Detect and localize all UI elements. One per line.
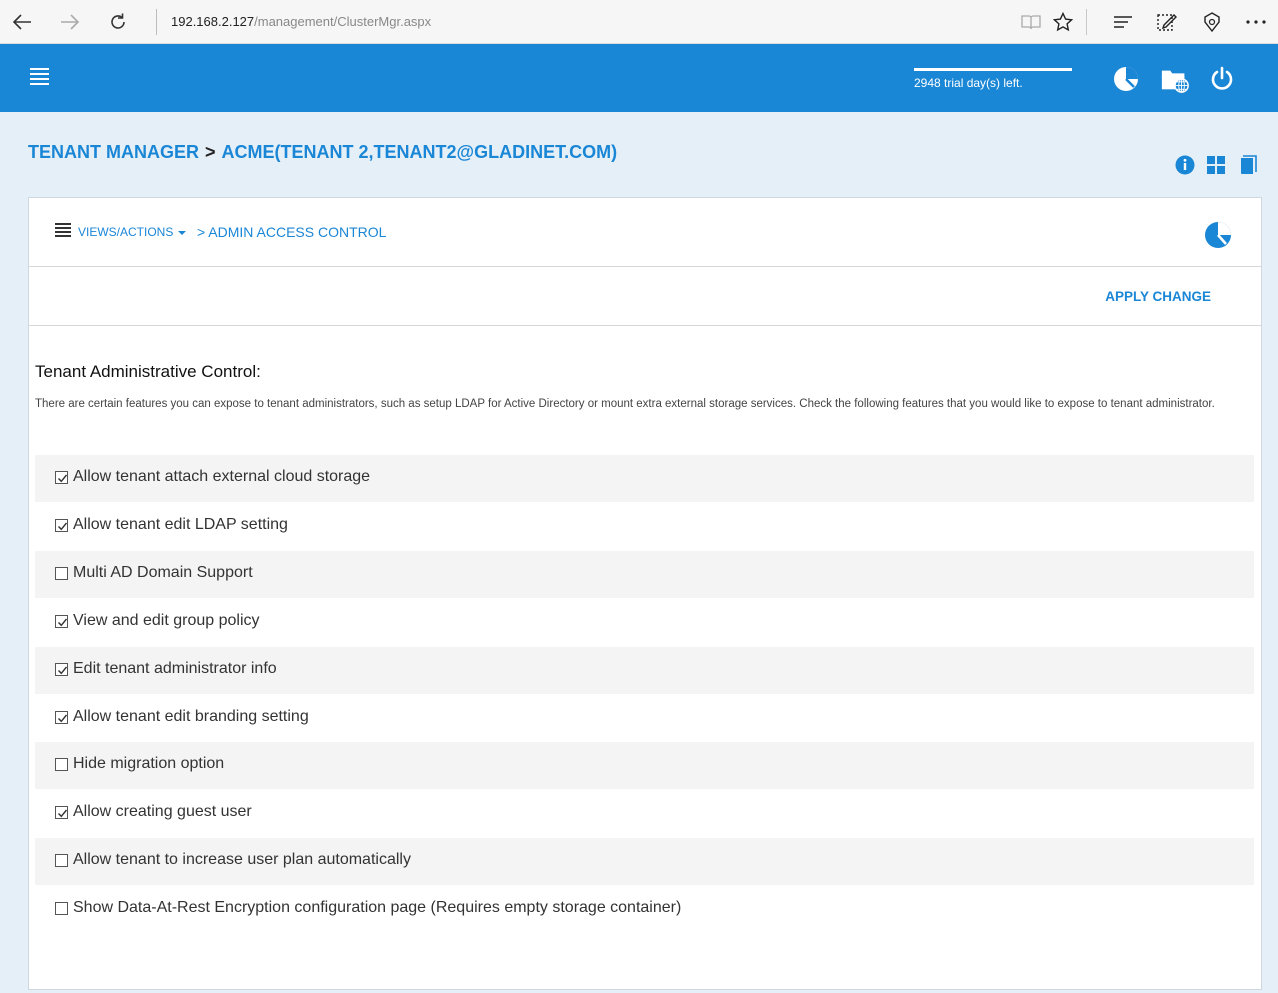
checkbox-checked[interactable] xyxy=(55,518,68,532)
option-label[interactable]: Show Data-At-Rest Encryption configurati… xyxy=(73,899,681,917)
address-bar[interactable]: 192.168.2.127/management/ClusterMgr.aspx xyxy=(171,14,431,29)
refresh-icon[interactable] xyxy=(104,8,132,36)
trial-days-text: 2948 trial day(s) left. xyxy=(914,76,1023,90)
views-actions-label: VIEWS/ACTIONS xyxy=(78,225,174,239)
checkbox-checked[interactable] xyxy=(55,614,68,628)
option-label[interactable]: Allow tenant to increase user plan autom… xyxy=(73,851,411,869)
option-label[interactable]: View and edit group policy xyxy=(73,612,260,630)
panel-header: VIEWS/ACTIONS > ADMIN ACCESS CONTROL xyxy=(29,198,1261,267)
option-label[interactable]: Allow tenant edit LDAP setting xyxy=(73,516,288,534)
breadcrumb-tenant[interactable]: ACME(TENANT 2,TENANT2@GLADINET.COM) xyxy=(222,142,618,162)
option-label[interactable]: Allow creating guest user xyxy=(73,803,252,821)
option-label[interactable]: Multi AD Domain Support xyxy=(73,564,253,582)
section-title: Tenant Administrative Control: xyxy=(35,362,261,381)
apply-row: APPLY CHANGE xyxy=(29,267,1261,326)
checkbox-checked[interactable] xyxy=(55,662,68,676)
web-note-icon[interactable] xyxy=(1154,9,1180,35)
address-host: 192.168.2.127 xyxy=(171,14,255,29)
option-row: Show Data-At-Rest Encryption configurati… xyxy=(35,886,1254,933)
checkbox-unchecked[interactable] xyxy=(55,758,68,772)
option-row: Hide migration option xyxy=(35,742,1254,790)
book-icon[interactable] xyxy=(1237,154,1259,176)
caret-down-icon xyxy=(178,230,187,235)
reading-view-icon[interactable] xyxy=(1018,9,1044,35)
apply-change-button[interactable]: APPLY CHANGE xyxy=(1105,289,1211,304)
option-label[interactable]: Allow tenant attach external cloud stora… xyxy=(73,468,370,486)
grid-view-icon[interactable] xyxy=(1205,154,1227,176)
share-icon[interactable] xyxy=(1199,9,1225,35)
checkbox-unchecked[interactable] xyxy=(55,902,68,916)
option-row: Allow creating guest user xyxy=(35,790,1254,837)
option-row: Edit tenant administrator info xyxy=(35,646,1254,694)
dashboard-pie-icon[interactable] xyxy=(1111,64,1141,94)
option-label[interactable]: Allow tenant edit branding setting xyxy=(73,708,309,726)
option-row: Allow tenant edit branding setting xyxy=(35,695,1254,742)
option-label[interactable]: Edit tenant administrator info xyxy=(73,660,277,678)
info-icon[interactable] xyxy=(1174,154,1196,176)
back-icon[interactable] xyxy=(8,8,36,36)
browser-toolbar: 192.168.2.127/management/ClusterMgr.aspx xyxy=(0,0,1278,44)
panel-page-title: > ADMIN ACCESS CONTROL xyxy=(197,224,387,240)
admin-access-panel: VIEWS/ACTIONS > ADMIN ACCESS CONTROL APP… xyxy=(28,197,1262,990)
favorite-star-icon[interactable] xyxy=(1050,9,1076,35)
more-options-icon[interactable] xyxy=(1243,9,1269,35)
breadcrumb-separator: > xyxy=(205,142,216,162)
dashboard-pie-icon[interactable] xyxy=(1203,220,1233,250)
option-row: View and edit group policy xyxy=(35,599,1254,646)
address-divider xyxy=(156,9,157,35)
hub-icon[interactable] xyxy=(1110,9,1136,35)
option-row: Allow tenant to increase user plan autom… xyxy=(35,838,1254,886)
power-icon[interactable] xyxy=(1207,64,1237,94)
checkbox-checked[interactable] xyxy=(55,471,68,484)
checkbox-checked[interactable] xyxy=(55,806,68,820)
toolbar-divider xyxy=(1086,9,1087,35)
option-row: Multi AD Domain Support xyxy=(35,550,1254,598)
page-breadcrumb: TENANT MANAGER > ACME(TENANT 2,TENANT2@GLA… xyxy=(28,142,617,163)
forward-icon[interactable] xyxy=(56,8,84,36)
checkbox-unchecked[interactable] xyxy=(55,566,68,580)
checkbox-checked[interactable] xyxy=(55,710,68,724)
checkbox-unchecked[interactable] xyxy=(55,854,68,868)
breadcrumb-tenant-manager[interactable]: TENANT MANAGER xyxy=(28,142,199,162)
option-label[interactable]: Hide migration option xyxy=(73,755,224,773)
app-header: 2948 trial day(s) left. xyxy=(0,44,1278,112)
option-row: Allow tenant edit LDAP setting xyxy=(35,503,1254,550)
storage-globe-icon[interactable] xyxy=(1160,64,1190,94)
trial-progress-bar xyxy=(914,68,1072,71)
address-path: /management/ClusterMgr.aspx xyxy=(254,14,432,29)
option-row: Allow tenant attach external cloud stora… xyxy=(35,455,1254,502)
section-description: There are certain features you can expos… xyxy=(35,398,1215,410)
list-icon xyxy=(55,223,71,237)
views-actions-dropdown[interactable]: VIEWS/ACTIONS xyxy=(78,225,187,239)
menu-icon[interactable] xyxy=(30,68,50,88)
